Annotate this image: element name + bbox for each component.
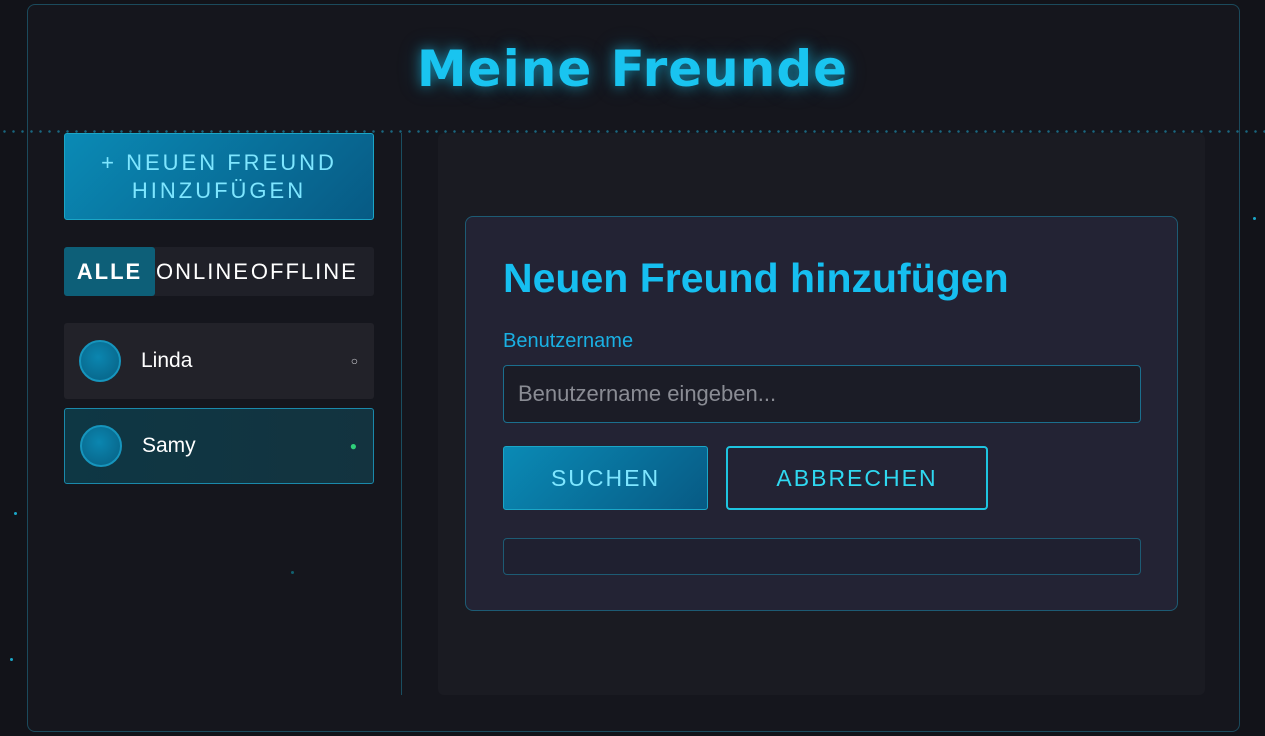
filter-tabs: ALLE ONLINE OFFLINE bbox=[64, 247, 374, 296]
search-button[interactable]: SUCHEN bbox=[503, 446, 708, 510]
tab-online[interactable]: ONLINE bbox=[155, 247, 250, 296]
username-input[interactable] bbox=[503, 365, 1141, 423]
friend-name: Linda bbox=[141, 349, 193, 372]
tab-all[interactable]: ALLE bbox=[64, 247, 155, 296]
online-status-icon: ● bbox=[349, 439, 357, 453]
decorative-dot bbox=[291, 571, 294, 574]
username-label: Benutzername bbox=[503, 330, 634, 352]
friend-item-samy[interactable]: Samy ● bbox=[64, 408, 374, 484]
offline-status-icon: ○ bbox=[350, 354, 358, 368]
avatar bbox=[79, 340, 121, 382]
page-title: Meine Freunde bbox=[416, 40, 849, 98]
friend-item-linda[interactable]: Linda ○ bbox=[64, 323, 374, 399]
dialog-title: Neuen Freund hinzufügen bbox=[503, 255, 1009, 301]
avatar bbox=[80, 425, 122, 467]
decorative-dot bbox=[14, 512, 17, 515]
sidebar-divider bbox=[401, 133, 402, 695]
add-friend-dialog: Neuen Freund hinzufügen Benutzername SUC… bbox=[465, 216, 1178, 611]
tab-offline[interactable]: OFFLINE bbox=[250, 247, 358, 296]
add-friend-button[interactable]: + NEUEN FREUND HINZUFÜGEN bbox=[64, 133, 374, 220]
search-results bbox=[503, 538, 1141, 575]
cancel-button[interactable]: ABBRECHEN bbox=[726, 446, 988, 510]
friend-name: Samy bbox=[142, 434, 196, 457]
decorative-dot bbox=[1253, 217, 1256, 220]
decorative-dot bbox=[10, 658, 13, 661]
